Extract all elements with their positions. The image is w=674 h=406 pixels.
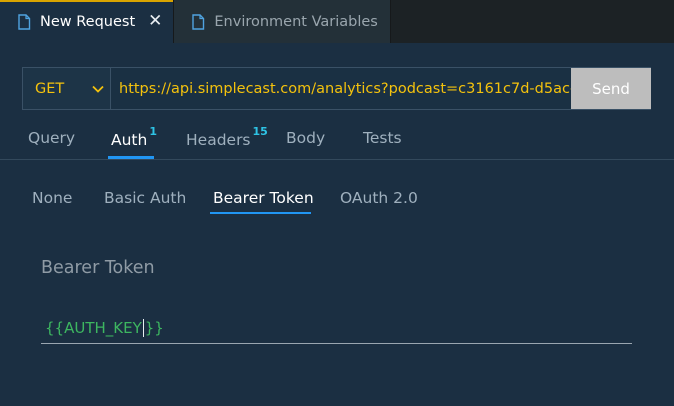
- tab-body[interactable]: Body: [286, 129, 325, 147]
- tab-label: Auth: [111, 131, 148, 150]
- token-text-before-caret: {{AUTH_KEY: [45, 318, 142, 337]
- tab-query[interactable]: Query: [28, 129, 75, 147]
- tab-environment-variables[interactable]: Environment Variables: [174, 0, 391, 43]
- editor-tab-bar: New Request ✕ Environment Variables: [0, 0, 674, 43]
- text-caret: [142, 318, 144, 337]
- tab-new-request[interactable]: New Request ✕: [0, 0, 175, 43]
- method-value: GET: [35, 80, 65, 97]
- token-text-after-caret: }}: [144, 318, 164, 337]
- tab-auth[interactable]: Auth 1: [111, 125, 157, 150]
- auth-tab-basic-auth[interactable]: Basic Auth: [104, 189, 186, 207]
- tab-label: Query: [28, 129, 76, 147]
- active-tab-indicator: [108, 156, 154, 159]
- rest-client-panel: New Request ✕ Environment Variables GET …: [0, 0, 674, 406]
- tab-label: Body: [286, 129, 326, 147]
- auth-tab-bearer-token[interactable]: Bearer Token: [213, 189, 314, 207]
- close-icon[interactable]: ✕: [148, 13, 162, 30]
- count-badge: 15: [252, 125, 268, 138]
- url-value: https://api.simplecast.com/analytics?pod…: [119, 80, 571, 97]
- bearer-token-label: Bearer Token: [41, 258, 155, 278]
- tab-label: New Request: [40, 13, 136, 30]
- active-subtab-indicator: [210, 212, 311, 214]
- method-select[interactable]: GET: [23, 68, 111, 109]
- document-icon: [192, 13, 205, 30]
- count-badge: 1: [149, 125, 157, 138]
- tab-label: Tests: [363, 129, 402, 147]
- bearer-token-input[interactable]: {{AUTH_KEY}}: [41, 312, 632, 344]
- tab-headers[interactable]: Headers 15: [186, 125, 268, 150]
- send-button[interactable]: Send: [571, 68, 651, 109]
- auth-tab-oauth2[interactable]: OAuth 2.0: [340, 189, 418, 207]
- tab-tests[interactable]: Tests: [363, 129, 402, 147]
- auth-tab-none[interactable]: None: [32, 189, 72, 207]
- tab-label: Environment Variables: [214, 13, 378, 30]
- request-section-tabs: Query Auth 1 Headers 15 Body Tests: [0, 124, 674, 160]
- request-url-bar: GET https://api.simplecast.com/analytics…: [22, 67, 651, 110]
- document-icon: [18, 13, 31, 30]
- url-input[interactable]: https://api.simplecast.com/analytics?pod…: [111, 68, 571, 109]
- tab-label: Headers: [186, 131, 251, 150]
- chevron-down-icon: [92, 85, 104, 93]
